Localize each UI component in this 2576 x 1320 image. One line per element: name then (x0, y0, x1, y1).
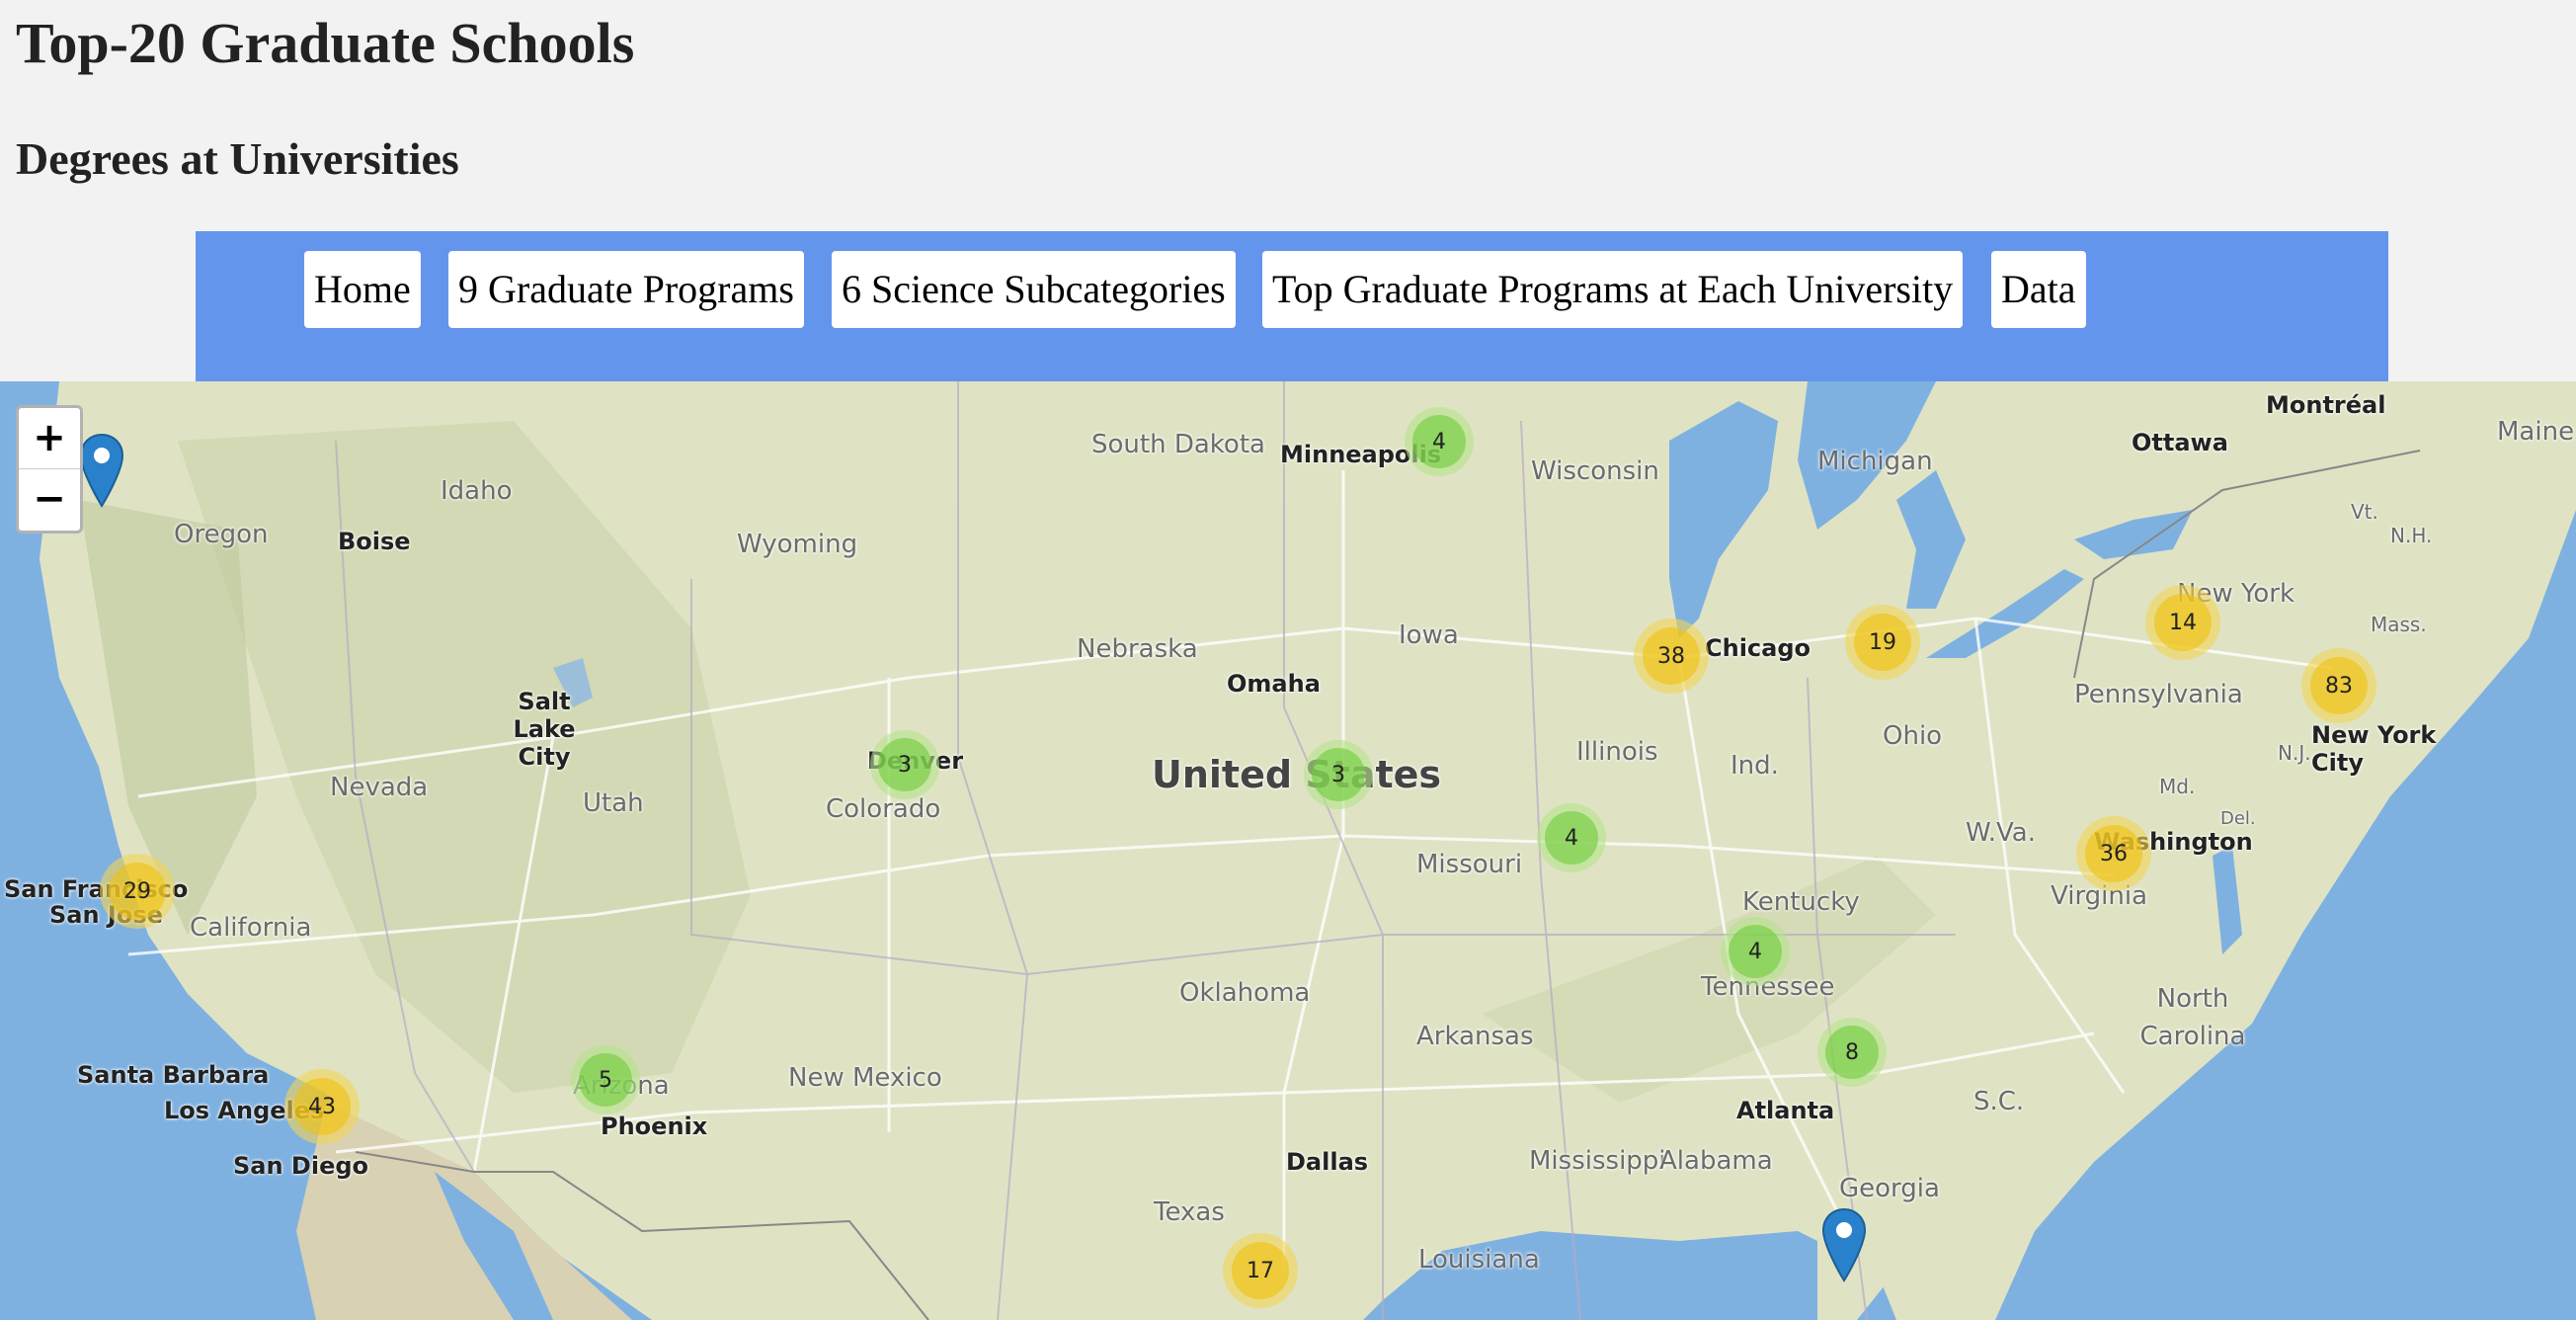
state-label-west-virginia: W.Va. (1966, 818, 2036, 848)
state-label-louisiana: Louisiana (1418, 1245, 1540, 1275)
state-label-north-carolina: North Carolina (2139, 984, 2246, 1051)
cluster-count: 3 (878, 738, 931, 791)
state-label-maryland: Md. (2159, 775, 2196, 798)
cluster-marker[interactable]: 4 (1537, 803, 1606, 872)
cluster-count: 38 (1643, 627, 1700, 685)
cluster-count: 4 (1729, 925, 1782, 978)
cluster-count: 5 (579, 1053, 632, 1107)
state-label-south-carolina: S.C. (1973, 1087, 2025, 1116)
state-label-mississippi: Mississippi (1529, 1146, 1666, 1176)
state-label-new-mexico: New Mexico (788, 1063, 942, 1093)
nav-graduate-programs[interactable]: 9 Graduate Programs (448, 251, 804, 328)
state-label-wyoming: Wyoming (737, 530, 858, 559)
zoom-in-button[interactable]: + (19, 408, 80, 469)
state-label-delaware: Del. (2220, 808, 2256, 829)
state-label-vermont: Vt. (2351, 500, 2378, 524)
state-label-south-dakota: South Dakota (1091, 430, 1265, 459)
cluster-count: 83 (2310, 657, 2368, 714)
zoom-out-button[interactable]: − (19, 469, 80, 530)
cluster-count: 4 (1412, 415, 1466, 468)
cluster-marker[interactable]: 3 (870, 730, 939, 799)
city-label-new-york-city: New York City (2311, 721, 2437, 777)
state-label-wisconsin: Wisconsin (1531, 456, 1659, 486)
state-label-maine: Maine (2497, 417, 2575, 447)
state-label-new-hampshire: N.H. (2390, 524, 2433, 547)
city-label-dallas: Dallas (1286, 1148, 1369, 1176)
cluster-count: 14 (2154, 594, 2212, 651)
state-label-new-jersey: N.J. (2278, 741, 2311, 765)
location-pin-icon[interactable] (79, 433, 124, 508)
navbar: Home 9 Graduate Programs 6 Science Subca… (196, 231, 2388, 381)
cluster-count: 3 (1312, 748, 1365, 801)
state-label-idaho: Idaho (441, 476, 513, 506)
cluster-marker[interactable]: 38 (1634, 619, 1709, 694)
state-label-nebraska: Nebraska (1077, 634, 1198, 664)
city-label-boise: Boise (338, 528, 411, 555)
city-label-omaha: Omaha (1227, 670, 1321, 698)
state-label-ohio: Ohio (1883, 721, 1943, 751)
map[interactable]: South Dakota Wisconsin Michigan Idaho Or… (0, 381, 2576, 1320)
state-label-michigan: Michigan (1817, 447, 1933, 476)
nav-science-subcategories[interactable]: 6 Science Subcategories (832, 251, 1236, 328)
state-label-kentucky: Kentucky (1742, 887, 1860, 917)
state-label-california: California (190, 913, 312, 943)
state-label-oregon: Oregon (174, 520, 269, 549)
cluster-marker[interactable]: 36 (2076, 816, 2151, 891)
state-label-iowa: Iowa (1399, 620, 1459, 650)
state-label-indiana: Ind. (1731, 751, 1779, 781)
cluster-marker[interactable]: 5 (571, 1045, 640, 1114)
city-label-atlanta: Atlanta (1736, 1097, 1835, 1124)
nav-top-programs[interactable]: Top Graduate Programs at Each University (1262, 251, 1964, 328)
cluster-count: 8 (1825, 1026, 1879, 1079)
state-label-texas: Texas (1154, 1197, 1225, 1227)
cluster-marker[interactable]: 3 (1304, 740, 1373, 809)
zoom-control: + − (16, 405, 83, 534)
cluster-count: 36 (2085, 825, 2142, 882)
cluster-marker[interactable]: 83 (2301, 648, 2376, 723)
city-label-phoenix: Phoenix (601, 1113, 708, 1140)
city-label-montreal: Montréal (2266, 391, 2386, 419)
nav-home[interactable]: Home (304, 251, 421, 328)
cluster-marker[interactable]: 4 (1721, 917, 1790, 986)
state-label-illinois: Illinois (1576, 737, 1658, 767)
location-pin-icon[interactable] (1821, 1207, 1867, 1282)
city-label-salt-lake-city: Salt Lake City (513, 688, 576, 771)
state-label-oklahoma: Oklahoma (1179, 978, 1311, 1008)
cluster-count: 4 (1545, 811, 1598, 865)
cluster-marker[interactable]: 17 (1223, 1233, 1298, 1308)
cluster-marker[interactable]: 43 (284, 1069, 360, 1144)
city-label-santa-barbara: Santa Barbara (77, 1061, 270, 1089)
state-label-nevada: Nevada (330, 773, 429, 802)
cluster-count: 17 (1232, 1242, 1289, 1299)
state-label-arkansas: Arkansas (1416, 1022, 1534, 1051)
cluster-marker[interactable]: 4 (1405, 407, 1474, 476)
cluster-marker[interactable]: 29 (100, 854, 175, 929)
city-label-chicago: Chicago (1705, 634, 1811, 662)
country-label: United States (1152, 753, 1442, 796)
state-label-colorado: Colorado (826, 794, 941, 824)
cluster-count: 29 (109, 863, 166, 920)
state-label-alabama: Alabama (1659, 1146, 1773, 1176)
state-label-georgia: Georgia (1839, 1174, 1940, 1203)
state-label-massachusetts: Mass. (2371, 613, 2427, 636)
cluster-marker[interactable]: 19 (1845, 605, 1920, 680)
city-label-ottawa: Ottawa (2132, 429, 2228, 456)
cluster-marker[interactable]: 14 (2145, 585, 2220, 660)
page-title: Top-20 Graduate Schools (16, 11, 635, 75)
state-label-missouri: Missouri (1416, 850, 1523, 879)
cluster-count: 43 (293, 1078, 351, 1135)
page-subtitle: Degrees at Universities (16, 133, 459, 184)
state-label-utah: Utah (583, 788, 644, 818)
state-label-pennsylvania: Pennsylvania (2074, 680, 2243, 709)
cluster-marker[interactable]: 8 (1817, 1018, 1887, 1087)
nav-data[interactable]: Data (1991, 251, 2086, 328)
cluster-count: 19 (1854, 614, 1911, 671)
city-label-san-diego: San Diego (233, 1152, 369, 1180)
